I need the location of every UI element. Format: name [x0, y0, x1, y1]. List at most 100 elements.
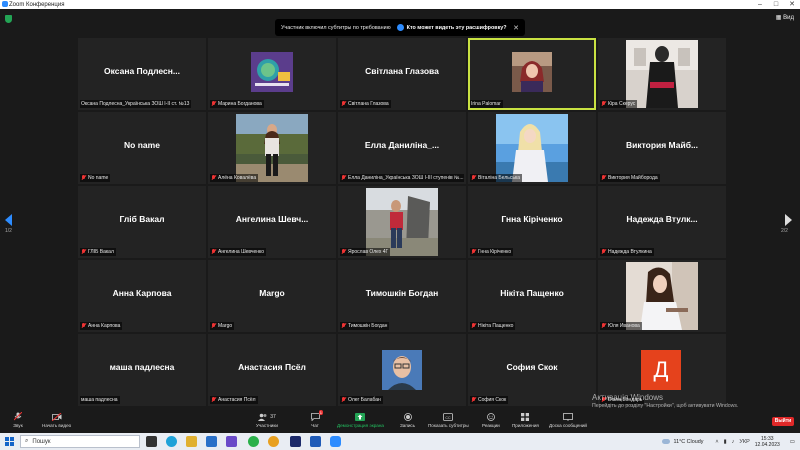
participant-label: Ангелина Шевченко: [210, 248, 267, 256]
store-icon[interactable]: [226, 436, 237, 447]
close-banner-icon[interactable]: ✕: [513, 24, 519, 32]
share-screen-button[interactable]: Демонстрация экрана: [337, 412, 384, 428]
active-speaker-tile[interactable]: Irina Palomar: [468, 38, 596, 110]
participant-name: Тимошкін Богдан: [365, 288, 439, 298]
participant-tile[interactable]: София Скок София Скок: [468, 334, 596, 406]
minimize-button[interactable]: –: [752, 0, 768, 9]
participant-tile[interactable]: Гліб Вакал ГЛІБ Вакал: [78, 186, 206, 258]
participant-name: Надежда Втулк...: [626, 214, 698, 224]
zoom-logo-icon: [2, 1, 8, 7]
muted-mic-icon: [341, 323, 346, 329]
prev-page-indicator: 1/2: [5, 228, 12, 234]
close-button[interactable]: ✕: [784, 0, 800, 9]
mail-icon[interactable]: [206, 436, 217, 447]
volume-icon[interactable]: ♪: [732, 439, 735, 445]
muted-mic-icon: [341, 175, 346, 181]
participant-label-text: София Скок: [478, 397, 507, 403]
participant-label-text: Гнна Кіріченко: [478, 249, 512, 255]
reactions-icon: [486, 412, 496, 421]
edge-icon[interactable]: [166, 436, 177, 447]
muted-mic-icon: [601, 249, 606, 255]
participant-label-text: Віталіна Бельська: [478, 175, 521, 181]
captions-banner-text: Участник включил субтитры по требованию: [281, 24, 391, 31]
participants-button[interactable]: 37 Участники: [256, 412, 278, 428]
participant-name: Гнна Кіріченко: [501, 214, 563, 224]
participant-tile[interactable]: Віталіна Бельська: [468, 112, 596, 184]
tray-chevron-icon[interactable]: ˄: [715, 439, 718, 445]
next-page-button[interactable]: 2/2: [781, 214, 795, 240]
weather-widget[interactable]: 11°C Cloudy: [662, 439, 703, 445]
participant-tile[interactable]: Світлана Глазова Світлана Глазова: [338, 38, 466, 110]
participant-name: No name: [124, 140, 160, 150]
participant-tile[interactable]: Кіра Скерус: [598, 38, 726, 110]
participant-tile[interactable]: Гнна Кіріченко Гнна Кіріченко: [468, 186, 596, 258]
participant-video: [496, 114, 568, 182]
task-view-icon[interactable]: [146, 436, 157, 447]
participant-tile[interactable]: Ангелина Шевч... Ангелина Шевченко: [208, 186, 336, 258]
maximize-button[interactable]: □: [768, 0, 784, 9]
audio-button[interactable]: Звук: [13, 412, 23, 428]
clock[interactable]: 15:33 12.04.2023: [755, 436, 780, 448]
chat-button[interactable]: 1 Чат: [310, 410, 323, 428]
participant-tile[interactable]: Оксана Подлесн... Оксана Подлесна_Українс…: [78, 38, 206, 110]
activation-subtitle: Перейдіть до розділу "Настройки", щоб ак…: [592, 403, 739, 409]
meeting-toolbar: Звук Начать видео 37 Участники 1 Чат Дем…: [0, 408, 800, 433]
participant-tile[interactable]: Надежда Втулк... Надежда Втулкина: [598, 186, 726, 258]
participant-label: Марина Богданова: [210, 100, 264, 108]
zoom-taskbar-icon[interactable]: [330, 436, 341, 447]
participants-label: Участники: [256, 423, 278, 428]
participant-tile[interactable]: No name No name: [78, 112, 206, 184]
chrome-icon[interactable]: [268, 436, 279, 447]
muted-mic-icon: [81, 249, 86, 255]
participant-label-text: Анна Карпова: [88, 323, 121, 329]
chat-badge: 1: [318, 410, 323, 415]
reactions-button[interactable]: Реакции: [482, 412, 500, 428]
start-video-button[interactable]: Начать видео: [42, 412, 71, 428]
participant-label: Оксана Подлесна_Українська ЗОШ І-ІІ ст. …: [80, 100, 192, 108]
participant-tile[interactable]: Алёна Ковалёва: [208, 112, 336, 184]
participant-tile[interactable]: Нікіта Пащенко Нікіта Пащенко: [468, 260, 596, 332]
participant-tile[interactable]: Анастасия Псёл Анастасия Псёл: [208, 334, 336, 406]
initial-avatar: Д: [641, 350, 681, 390]
participants-count: 37: [270, 413, 276, 420]
leave-button[interactable]: Выйти: [772, 417, 794, 426]
participant-tile[interactable]: Марина Богданова: [208, 38, 336, 110]
encryption-shield-icon[interactable]: [5, 15, 12, 23]
apps-button[interactable]: Приложения: [512, 412, 539, 428]
windows-start-icon[interactable]: [5, 437, 14, 446]
record-icon: [403, 412, 413, 421]
show-captions-button[interactable]: CC Показать субтитры: [428, 412, 469, 428]
network-icon[interactable]: ▮: [724, 439, 727, 445]
windows-activation-watermark: Активація Windows Перейдіть до розділу "…: [592, 393, 738, 409]
participant-name: Нікіта Пащенко: [500, 288, 564, 298]
activation-title: Активація Windows: [592, 393, 664, 402]
participant-tile[interactable]: Олег Балабан: [338, 334, 466, 406]
participant-tile[interactable]: Тимошкін Богдан Тимошкін Богдан: [338, 260, 466, 332]
participant-tile[interactable]: Юля Иванова: [598, 260, 726, 332]
language-indicator[interactable]: УКР: [739, 439, 749, 445]
participant-tile[interactable]: маша падлесна маша падлесна: [78, 334, 206, 406]
participant-label: Юля Иванова: [600, 322, 642, 330]
participant-tile[interactable]: Виктория Майб... Виктория Майборода: [598, 112, 726, 184]
participant-label: Ярослав Олех 4Г: [340, 248, 391, 256]
photoshop-icon[interactable]: [290, 436, 301, 447]
notifications-icon[interactable]: ▭: [790, 439, 795, 445]
captions-icon: CC: [443, 412, 454, 421]
participant-tile[interactable]: Ярослав Олех 4Г: [338, 186, 466, 258]
view-button[interactable]: Вид: [776, 14, 794, 21]
prev-page-button[interactable]: 1/2: [5, 214, 19, 240]
participant-tile[interactable]: Margo Margo: [208, 260, 336, 332]
transcript-visibility-link[interactable]: Кто может видеть эту расшифровку?: [396, 24, 507, 31]
svg-text:CC: CC: [446, 415, 452, 419]
captions-banner: Участник включил субтитры по требованию …: [275, 19, 525, 36]
participant-tile[interactable]: Анна Карпова Анна Карпова: [78, 260, 206, 332]
whiteboard-button[interactable]: Доска сообщений: [549, 412, 587, 428]
word-icon[interactable]: [310, 436, 321, 447]
record-button[interactable]: Запись: [400, 412, 415, 428]
participant-tile[interactable]: Елла Даниліна_... Елла Даниліна_Українськ…: [338, 112, 466, 184]
participant-name: Ангелина Шевч...: [235, 214, 309, 224]
file-explorer-icon[interactable]: [186, 436, 197, 447]
taskbar-search-input[interactable]: ⌕ Пошук: [20, 435, 140, 448]
participant-label-text: Оксана Подлесна_Українська ЗОШ І-ІІ ст. …: [81, 101, 190, 107]
whatsapp-icon[interactable]: [248, 436, 259, 447]
